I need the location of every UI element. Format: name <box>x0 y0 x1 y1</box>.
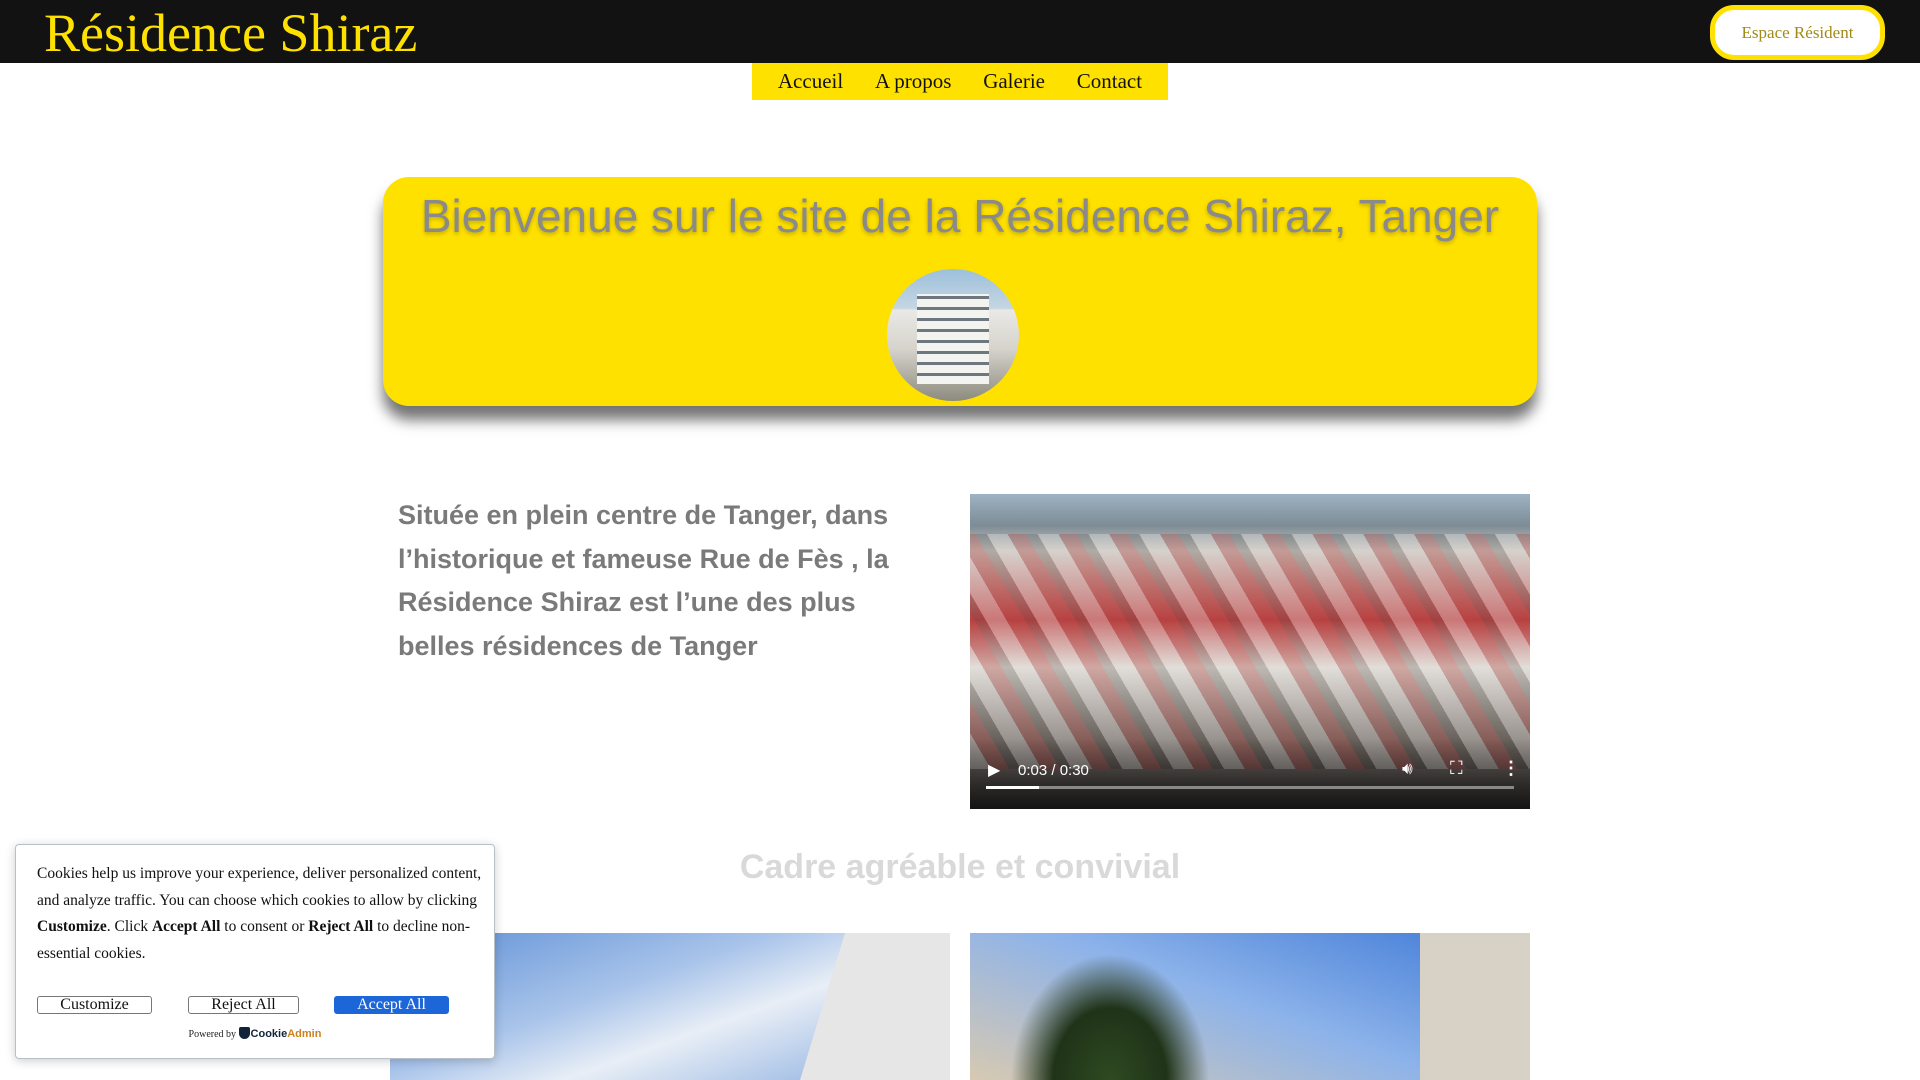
shield-icon <box>238 1027 250 1039</box>
video-player[interactable]: ▶ 0:03 / 0:30 🔊︎ ⛶ ⋮ <box>970 494 1530 809</box>
site-header: Résidence Shiraz Espace Résident <box>0 0 1920 63</box>
nav-galerie[interactable]: Galerie <box>983 69 1045 94</box>
intro-text: Située en plein centre de Tanger, dans l… <box>398 500 889 661</box>
powered-by: Powered by CookieAdmin <box>16 1027 494 1040</box>
reject-all-button[interactable]: Reject All <box>188 996 299 1014</box>
hero-title: Bienvenue sur le site de la Résidence Sh… <box>420 190 1500 242</box>
building-image <box>887 269 1019 401</box>
site-title[interactable]: Résidence Shiraz <box>44 2 417 64</box>
nav-contact[interactable]: Contact <box>1077 69 1142 94</box>
cookie-banner: Cookies help us improve your experience,… <box>15 844 495 1059</box>
play-icon[interactable]: ▶ <box>988 760 1000 780</box>
customize-button[interactable]: Customize <box>37 996 152 1014</box>
volume-icon[interactable]: 🔊︎ <box>1402 759 1413 779</box>
nav-accueil[interactable]: Accueil <box>778 69 843 94</box>
cookie-message: Cookies help us improve your experience,… <box>37 865 482 962</box>
video-time: 0:03 / 0:30 <box>1018 762 1089 779</box>
powered-by-label: Powered by <box>188 1029 237 1040</box>
video-controls: ▶ 0:03 / 0:30 🔊︎ ⛶ ⋮ <box>970 739 1530 809</box>
fullscreen-icon[interactable]: ⛶ <box>1450 758 1463 779</box>
gallery-photo-2 <box>970 933 1530 1080</box>
espace-resident-button[interactable]: Espace Résident <box>1710 5 1885 60</box>
hero-banner: Bienvenue sur le site de la Résidence Sh… <box>383 177 1537 406</box>
accept-all-button[interactable]: Accept All <box>334 996 449 1014</box>
video-progress-bar[interactable] <box>986 786 1514 789</box>
main-nav: Accueil A propos Galerie Contact <box>752 63 1168 100</box>
nav-a-propos[interactable]: A propos <box>875 69 951 94</box>
cookieadmin-logo[interactable]: CookieAdmin <box>238 1027 321 1040</box>
more-options-icon[interactable]: ⋮ <box>1502 758 1520 779</box>
video-progress-fill <box>986 786 1039 789</box>
